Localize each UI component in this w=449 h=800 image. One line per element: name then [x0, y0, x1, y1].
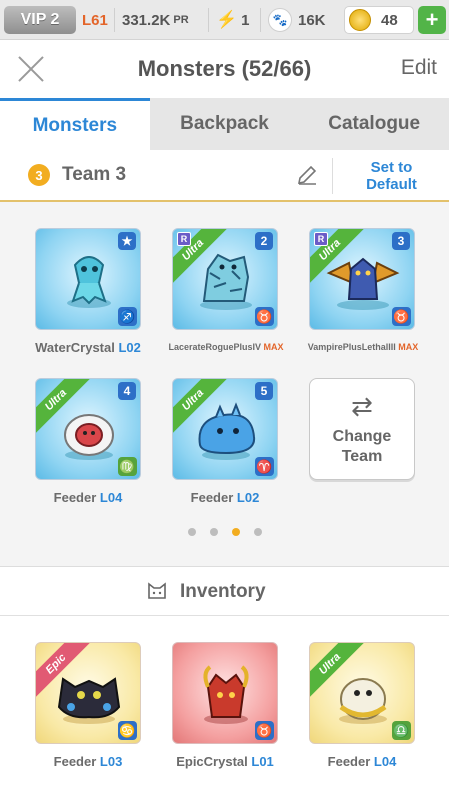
- monster-card[interactable]: Ultra R 2 ♉: [172, 228, 278, 330]
- set-default-button[interactable]: Set to Default: [334, 159, 449, 193]
- power-value: 331.2K: [122, 11, 171, 29]
- page-title: Monsters (52/66): [137, 56, 312, 81]
- coin-value: 48: [381, 11, 398, 29]
- tab-catalogue[interactable]: Catalogue: [299, 98, 449, 150]
- monster-label: Feeder L02: [157, 490, 293, 505]
- monster-level: L03: [99, 754, 123, 769]
- swap-arrows-icon: ⇄: [351, 391, 373, 421]
- monster-card[interactable]: Ultra R 3 ♉: [309, 228, 415, 330]
- zodiac-icon: ♉: [255, 721, 274, 740]
- change-team-line2: Team: [341, 448, 383, 465]
- player-level: L61: [82, 11, 108, 29]
- feeder-monster-icon: [339, 678, 387, 724]
- page-dot[interactable]: [253, 528, 262, 536]
- add-coins-button[interactable]: +: [418, 6, 446, 34]
- zodiac-icon: ♉: [255, 307, 274, 326]
- inventory-label: Inventory: [180, 581, 266, 602]
- vampire-monster-icon: [326, 257, 400, 310]
- inventory-label-item: EpicCrystal L01: [157, 754, 293, 769]
- divider: [114, 8, 115, 32]
- monster-level: L02: [236, 490, 260, 505]
- zodiac-icon: ♍: [118, 457, 137, 476]
- monster-name: Feeder: [327, 754, 371, 769]
- set-default-line1: Set to: [370, 159, 413, 176]
- coin-icon: [349, 9, 371, 31]
- water-crystal-monster-icon: [67, 256, 111, 308]
- power-rating: 331.2K PR: [122, 6, 189, 34]
- monster-card[interactable]: ★ ♐: [35, 228, 141, 330]
- set-default-line2: Default: [366, 176, 417, 193]
- monster-card[interactable]: Ultra 5 ♈: [172, 378, 278, 480]
- pencil-icon[interactable]: [296, 164, 318, 186]
- page-dot-active[interactable]: [231, 528, 240, 536]
- monster-label: LacerateRoguePlusIV MAX: [153, 342, 299, 352]
- inventory-label-item: Feeder L03: [20, 754, 156, 769]
- team-selector: 3 Team 3 Set to Default: [0, 150, 449, 202]
- zodiac-icon: ♉: [392, 307, 411, 326]
- tab-backpack[interactable]: Backpack: [150, 98, 300, 150]
- page-indicator: [0, 528, 449, 536]
- status-bar: VIP 2 L61 331.2K PR ⚡ 1 🐾 16K 48 +: [0, 0, 449, 40]
- zodiac-icon: ♐: [118, 307, 137, 326]
- monster-card[interactable]: Ultra 4 ♍: [35, 378, 141, 480]
- header: Monsters (52/66) Edit: [0, 40, 449, 98]
- feeder-monster-icon: [64, 414, 114, 460]
- energy-value: 1: [241, 11, 250, 29]
- inventory-card[interactable]: Ultra ♎: [309, 642, 415, 744]
- zodiac-icon: ♋: [118, 721, 137, 740]
- monster-label: VampirePlusLethalIII MAX: [292, 342, 434, 352]
- divider: [208, 8, 209, 32]
- monster-label: Feeder L04: [20, 490, 156, 505]
- inventory-label-item: Feeder L04: [294, 754, 430, 769]
- coins[interactable]: 48: [344, 6, 414, 34]
- monster-name: Feeder: [53, 754, 97, 769]
- vip-badge[interactable]: VIP 2: [4, 6, 76, 34]
- zodiac-icon: ♎: [392, 721, 411, 740]
- zodiac-icon: ♈: [255, 457, 274, 476]
- team-name[interactable]: Team 3: [62, 164, 126, 186]
- food-value: 16K: [298, 11, 326, 29]
- tab-bar: Monsters Backpack Catalogue: [0, 98, 449, 150]
- monster-max: MAX: [398, 342, 419, 352]
- change-team-line1: Change: [332, 428, 392, 445]
- monster-level: L04: [373, 754, 397, 769]
- feeder-monster-icon: [198, 402, 256, 460]
- monster-label: WaterCrystal L02: [20, 340, 156, 355]
- monster-name: LacerateRoguePlusIV: [168, 342, 261, 352]
- paw-icon: 🐾: [268, 8, 292, 32]
- page-dot[interactable]: [209, 528, 218, 536]
- team-number-badge: 3: [28, 164, 50, 186]
- page-dot[interactable]: [187, 528, 196, 536]
- monster-name: Feeder: [53, 490, 97, 505]
- monster-max: MAX: [263, 342, 284, 352]
- lacerate-monster-icon: [200, 253, 252, 310]
- inventory-card[interactable]: ♉: [172, 642, 278, 744]
- tab-monsters[interactable]: Monsters: [0, 98, 150, 150]
- lightning-icon: ⚡: [216, 10, 238, 29]
- monster-name: WaterCrystal: [35, 340, 115, 355]
- change-team-button[interactable]: ⇄ Change Team: [309, 378, 415, 480]
- epic-crystal-icon: [203, 665, 249, 724]
- cat-face-icon: [148, 582, 166, 599]
- monster-name: EpicCrystal: [176, 754, 248, 769]
- monster-level: L01: [251, 754, 274, 769]
- monster-level: L02: [118, 340, 141, 355]
- divider: [260, 8, 261, 32]
- energy[interactable]: ⚡ 1: [216, 6, 250, 34]
- inventory-header: Inventory: [0, 566, 449, 616]
- monster-name: VampirePlusLethalIII: [307, 342, 396, 352]
- feeder-monster-icon: [57, 677, 121, 724]
- monster-name: Feeder: [190, 490, 234, 505]
- edit-button[interactable]: Edit: [401, 56, 437, 80]
- divider: [332, 158, 333, 194]
- power-suffix: PR: [173, 14, 189, 26]
- inventory-card[interactable]: Epic ♋: [35, 642, 141, 744]
- monster-level: L04: [99, 490, 123, 505]
- food[interactable]: 🐾 16K: [268, 6, 326, 34]
